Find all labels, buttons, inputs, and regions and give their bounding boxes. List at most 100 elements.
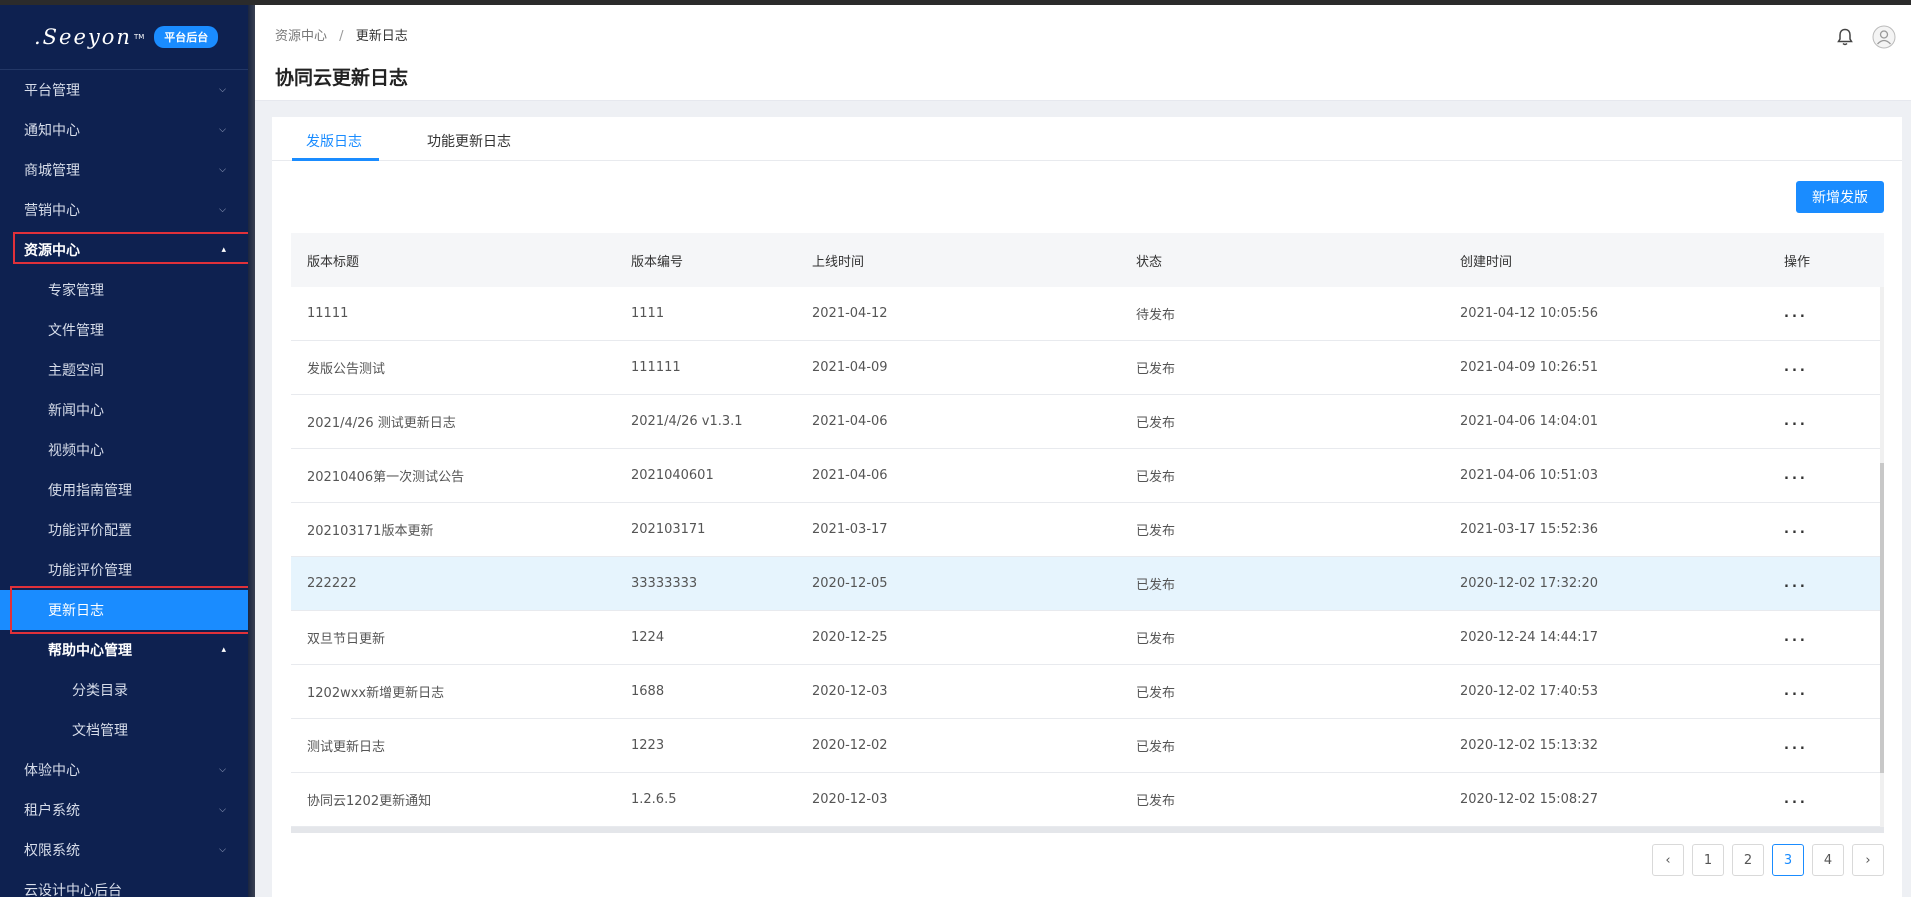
cell-created: 2020-12-02 17:32:20 [1460, 576, 1599, 591]
chevron-down-icon: ⌵ [219, 765, 226, 775]
add-release-button[interactable]: 新增发版 [1796, 181, 1884, 213]
tab-bar: 发版日志 功能更新日志 [272, 117, 1902, 161]
sidebar-item-label: 功能评价配置 [48, 523, 132, 539]
cell-title: 双旦节日更新 [307, 632, 386, 647]
tab-active-indicator [292, 158, 379, 161]
cell-title: 测试更新日志 [307, 740, 386, 755]
cell-created: 2020-12-24 14:44:17 [1460, 630, 1599, 645]
chevron-down-icon: ⌵ [219, 125, 226, 135]
sidebar-item-label: 专家管理 [48, 283, 104, 299]
sidebar-item-experts[interactable]: 专家管理 [0, 270, 248, 310]
cell-title: 202103171版本更新 [307, 524, 434, 539]
page-button-2[interactable]: 2 [1732, 844, 1764, 876]
avatar[interactable] [1872, 25, 1896, 49]
row-more-actions[interactable]: ... [1768, 684, 1884, 699]
row-more-actions[interactable]: ... [1768, 630, 1884, 645]
sidebar-item-tenant[interactable]: 租户系统 ⌵ [0, 790, 248, 830]
row-more-actions[interactable]: ... [1768, 360, 1884, 375]
sidebar-item-docs[interactable]: 文档管理 [0, 710, 248, 750]
sidebar-item-changelog[interactable]: 更新日志 [0, 590, 248, 630]
table-row[interactable]: 发版公告测试 111111 2021-04-09 已发布 2021-04-09 10:2… [291, 341, 1884, 395]
page-title: 协同云更新日志 [275, 67, 409, 89]
tab-release-log[interactable]: 发版日志 [306, 131, 362, 151]
cell-status: 已发布 [1136, 686, 1176, 701]
table-row[interactable]: 20210406第一次测试公告 2021040601 2021-04-06 已发布 20… [291, 449, 1884, 503]
sidebar-item-notification[interactable]: 通知中心 ⌵ [0, 110, 248, 150]
sidebar-item-news[interactable]: 新闻中心 [0, 390, 248, 430]
sidebar-item-label: 通知中心 [24, 123, 80, 139]
cell-title: 2021/4/26 测试更新日志 [307, 416, 456, 431]
cell-version: 33333333 [631, 576, 698, 591]
tab-feature-log[interactable]: 功能更新日志 [427, 131, 511, 151]
sidebar-item-platform[interactable]: 平台管理 ⌵ [0, 70, 248, 110]
cell-created: 2021-04-12 10:05:56 [1460, 306, 1599, 321]
sidebar-item-label: 体验中心 [24, 763, 80, 779]
table-row[interactable]: 222222 33333333 2020-12-05 已发布 2020-12-02 17… [291, 557, 1884, 611]
cell-online: 2021-04-09 [812, 360, 888, 375]
cell-version: 202103171 [631, 522, 706, 537]
cell-status: 已发布 [1136, 362, 1176, 377]
table-row[interactable]: 1202wxx新增更新日志 1688 2020-12-03 已发布 2020-12-02… [291, 665, 1884, 719]
sidebar-item-video[interactable]: 视频中心 [0, 430, 248, 470]
table-row[interactable]: 测试更新日志 1223 2020-12-02 已发布 2020-12-02 15:13:… [291, 719, 1884, 773]
sidebar-divider [248, 5, 255, 897]
sidebar-item-help-center[interactable]: 帮助中心管理 ▴ [0, 630, 248, 670]
row-more-actions[interactable]: ... [1768, 738, 1884, 753]
sidebar-item-files[interactable]: 文件管理 [0, 310, 248, 350]
table-row[interactable]: 协同云1202更新通知 1.2.6.5 2020-12-03 已发布 2020-12-0… [291, 773, 1884, 827]
page-button-3[interactable]: 3 [1772, 844, 1804, 876]
cell-online: 2021-04-06 [812, 468, 888, 483]
sidebar-item-design-center[interactable]: 云设计中心后台 [0, 870, 248, 897]
table-scrollbar-thumb[interactable] [1880, 463, 1884, 773]
cell-title: 发版公告测试 [307, 362, 386, 377]
sidebar-item-label: 更新日志 [48, 603, 104, 619]
sidebar-item-theme-space[interactable]: 主题空间 [0, 350, 248, 390]
table-row[interactable]: 双旦节日更新 1224 2020-12-25 已发布 2020-12-24 14:44:… [291, 611, 1884, 665]
row-more-actions[interactable]: ... [1768, 306, 1884, 321]
row-more-actions[interactable]: ... [1768, 576, 1884, 591]
prev-page-button[interactable]: ‹ [1652, 844, 1684, 876]
page-header: 资源中心 / 更新日志 协同云更新日志 [255, 5, 1911, 101]
row-more-actions[interactable]: ... [1768, 522, 1884, 537]
sidebar-item-label: 分类目录 [72, 683, 128, 699]
row-more-actions[interactable]: ... [1768, 414, 1884, 429]
cell-online: 2021-04-06 [812, 414, 888, 429]
cell-created: 2020-12-02 15:08:27 [1460, 792, 1599, 807]
sidebar-item-label: 帮助中心管理 [48, 643, 132, 659]
breadcrumb-item-resource-center[interactable]: 资源中心 [275, 29, 327, 44]
content-card: 发版日志 功能更新日志 新增发版 版本标题 版本编号 上线时间 状态 创建时间 … [272, 117, 1902, 897]
chevron-down-icon: ⌵ [219, 205, 226, 215]
sidebar-item-eval-config[interactable]: 功能评价配置 [0, 510, 248, 550]
chevron-down-icon: ⌵ [219, 85, 226, 95]
table-row[interactable]: 2021/4/26 测试更新日志 2021/4/26 v1.3.1 2021-04-… [291, 395, 1884, 449]
sidebar-item-label: 主题空间 [48, 363, 104, 379]
cell-status: 已发布 [1136, 578, 1176, 593]
page-button-1[interactable]: 1 [1692, 844, 1724, 876]
sidebar-item-category[interactable]: 分类目录 [0, 670, 248, 710]
sidebar-item-marketing[interactable]: 营销中心 ⌵ [0, 190, 248, 230]
cell-status: 已发布 [1136, 794, 1176, 809]
sidebar-item-label: 使用指南管理 [48, 483, 132, 499]
bell-icon[interactable] [1835, 27, 1855, 47]
cell-title: 1202wxx新增更新日志 [307, 686, 445, 701]
table-row[interactable]: 202103171版本更新 202103171 2021-03-17 已发布 2021-… [291, 503, 1884, 557]
sidebar-item-eval-manage[interactable]: 功能评价管理 [0, 550, 248, 590]
sidebar-item-experience[interactable]: 体验中心 ⌵ [0, 750, 248, 790]
cell-status: 已发布 [1136, 740, 1176, 755]
sidebar-item-permission[interactable]: 权限系统 ⌵ [0, 830, 248, 870]
next-page-button[interactable]: › [1852, 844, 1884, 876]
row-more-actions[interactable]: ... [1768, 468, 1884, 483]
chevron-down-icon: ⌵ [219, 845, 226, 855]
sidebar-item-label: 文档管理 [72, 723, 128, 739]
cell-created: 2021-04-09 10:26:51 [1460, 360, 1599, 375]
row-more-actions[interactable]: ... [1768, 792, 1884, 807]
sidebar-item-guide[interactable]: 使用指南管理 [0, 470, 248, 510]
cell-version: 1223 [631, 738, 665, 753]
page-button-4[interactable]: 4 [1812, 844, 1844, 876]
cell-online: 2021-03-17 [812, 522, 888, 537]
sidebar-item-resource-center[interactable]: 资源中心 ▴ [0, 230, 248, 270]
cell-title: 11111 [307, 306, 349, 321]
sidebar-item-mall[interactable]: 商城管理 ⌵ [0, 150, 248, 190]
table-row[interactable]: 11111 1111 2021-04-12 待发布 2021-04-12 10:05:5… [291, 287, 1884, 341]
column-header: 版本标题 [307, 254, 360, 270]
